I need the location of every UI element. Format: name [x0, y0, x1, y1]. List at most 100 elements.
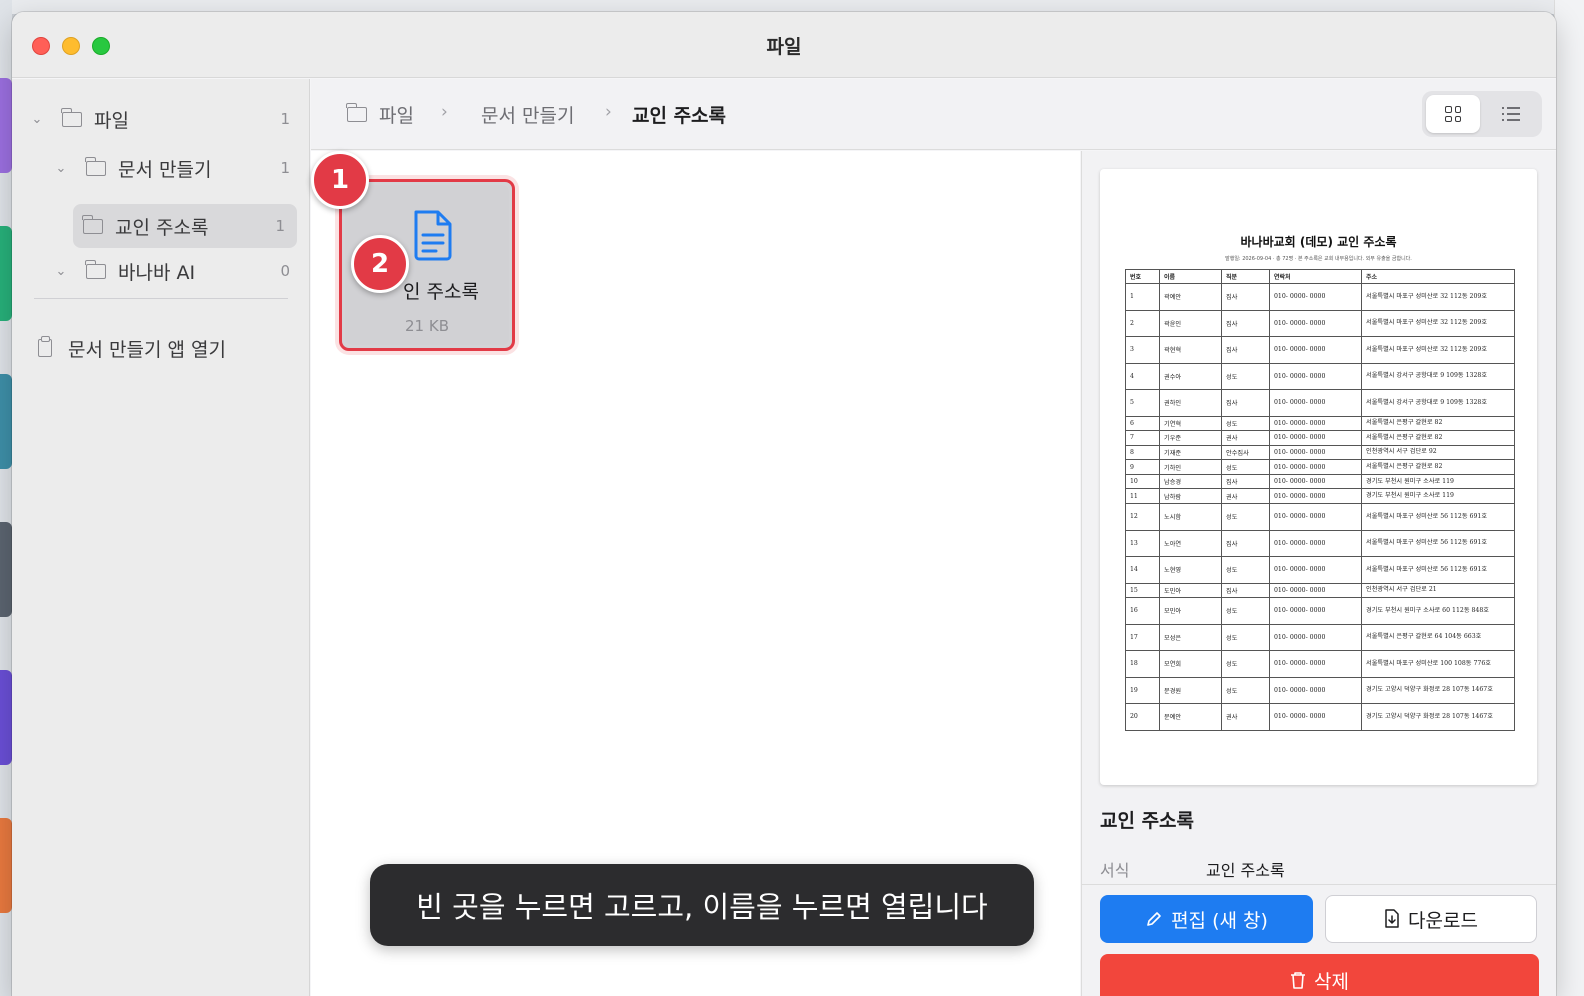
item-count: 1 [275, 217, 285, 235]
table-cell: 8 [1125, 444, 1160, 461]
table-cell: 인천광역시 서구 검단로 21 [1361, 582, 1515, 599]
table-row: 1 곽예안 집사 010- 0000- 0000 서울특별시 마포구 성미산로 32 1… [1125, 283, 1515, 311]
table-cell: 010- 0000- 0000 [1269, 650, 1362, 678]
table-cell: 16 [1125, 597, 1160, 625]
table-cell: 010- 0000- 0000 [1269, 582, 1362, 599]
table-cell: 권수아 [1159, 362, 1222, 390]
table-cell: 7 [1125, 430, 1160, 446]
breadcrumb: 파일 › 문서 만들기 › 교인 주소록 [311, 79, 1556, 150]
folder-icon [85, 259, 106, 279]
table-cell: 집사 [1221, 529, 1270, 558]
table-cell: 서울특별시 마포구 성미산로 100 108동 776호 [1361, 650, 1515, 678]
delete-button-label: 삭제 [1314, 970, 1349, 993]
table-cell: 010- 0000- 0000 [1269, 488, 1362, 505]
folder-icon [346, 103, 367, 122]
table-cell: 경기도 부천시 원미구 소사로 119 [1361, 488, 1515, 505]
sidebar-item-files[interactable]: ⌄ 파일 1 [26, 97, 302, 141]
table-cell: 010- 0000- 0000 [1269, 336, 1362, 364]
table-header-row: 번호 이름 직분 연락처 주소 [1125, 269, 1515, 284]
table-row: 14 노현영 성도 010- 0000- 0000 서울특별시 마포구 성미산로 56 … [1125, 556, 1515, 584]
table-cell: 010- 0000- 0000 [1269, 473, 1362, 490]
dock-tile [0, 818, 12, 913]
table-cell: 집사 [1221, 582, 1270, 599]
table-cell: 노아연 [1159, 529, 1222, 558]
folder-icon [85, 156, 106, 176]
file-size: 21 KB [405, 317, 449, 335]
column-header: 이름 [1159, 269, 1222, 284]
table-cell: 성도 [1221, 362, 1270, 390]
column-header: 번호 [1125, 269, 1160, 284]
table-cell: 010- 0000- 0000 [1269, 430, 1362, 446]
table-cell: 서울특별시 은평구 갈현로 82 [1361, 430, 1515, 446]
chevron-down-icon[interactable]: ⌄ [50, 264, 72, 279]
sidebar-item-barnabas-ai[interactable]: ⌄ 바나바 AI 0 [50, 249, 302, 293]
document-preview[interactable]: 바나바교회 (데모) 교인 주소록 발행일: 2026-09-04 · 총 72… [1100, 169, 1537, 785]
table-cell: 성도 [1221, 597, 1270, 625]
table-cell: 1 [1125, 283, 1160, 311]
table-row: 7 기우준 권사 010- 0000- 0000 서울특별시 은평구 갈현로 82 [1125, 430, 1515, 446]
chevron-right-icon: › [441, 102, 448, 122]
list-view-button[interactable] [1484, 95, 1538, 133]
open-document-maker-link[interactable]: 문서 만들기 앱 열기 [38, 326, 302, 370]
chevron-down-icon[interactable]: ⌄ [50, 161, 72, 176]
sidebar-item-label: 문서 만들기 [118, 158, 212, 181]
chevron-down-icon[interactable]: ⌄ [26, 112, 48, 127]
list-icon [1502, 107, 1520, 121]
table-cell: 권사 [1221, 488, 1270, 505]
table-row: 2 곽윤인 집사 010- 0000- 0000 서울특별시 마포구 성미산로 32 1… [1125, 309, 1515, 337]
table-cell: 13 [1125, 529, 1160, 558]
delete-button[interactable]: 삭제 [1100, 954, 1539, 996]
grid-view-button[interactable] [1426, 95, 1480, 133]
table-row: 18 모연희 성도 010- 0000- 0000 서울특별시 마포구 성미산로 100… [1125, 650, 1515, 678]
table-row: 12 노시함 성도 010- 0000- 0000 서울특별시 마포구 성미산로 56 … [1125, 503, 1515, 531]
table-cell: 권사 [1221, 430, 1270, 446]
table-cell: 안수집사 [1221, 444, 1270, 461]
document-table: 번호 이름 직분 연락처 주소 1 곽예안 집사 010- 0000- 0000 서울특… [1125, 269, 1515, 731]
table-cell: 경기도 부천시 원미구 소사로 60 112동 848호 [1361, 597, 1515, 625]
file-browser-window: 파일 ⌄ 파일 1 ⌄ 문서 만들기 1 교인 주소록 1 ⌄ 바나바 AI 0 [12, 12, 1556, 996]
table-row: 8 기재준 안수집사 010- 0000- 0000 인천광역시 서구 검단로 92 [1125, 444, 1515, 461]
table-cell: 서울특별시 마포구 성미산로 32 112동 209호 [1361, 283, 1515, 311]
grid-icon [1445, 106, 1461, 122]
table-cell: 노시함 [1159, 503, 1222, 531]
table-cell: 문경원 [1159, 676, 1222, 705]
sidebar-item-member-directory[interactable]: 교인 주소록 1 [73, 204, 297, 248]
dock-tile [0, 226, 12, 321]
download-button[interactable]: 다운로드 [1325, 895, 1537, 943]
window-title: 파일 [766, 36, 802, 58]
table-cell: 서울특별시 마포구 성미산로 32 112동 209호 [1361, 309, 1515, 337]
table-cell: 서울특별시 은평구 갈현로 82 [1361, 415, 1515, 432]
table-cell: 010- 0000- 0000 [1269, 415, 1362, 432]
table-cell: 서울특별시 강서구 공항대로 9 109동 1328호 [1361, 389, 1515, 417]
table-cell: 성도 [1221, 676, 1270, 705]
table-cell: 010- 0000- 0000 [1269, 362, 1362, 390]
sidebar-item-document-maker[interactable]: ⌄ 문서 만들기 1 [50, 146, 302, 190]
table-cell: 기연혁 [1159, 415, 1222, 432]
table-cell: 서울특별시 은평구 갈현로 64 104동 663호 [1361, 623, 1515, 652]
background-window-edge [1554, 0, 1584, 996]
table-cell: 010- 0000- 0000 [1269, 529, 1362, 558]
table-cell: 010- 0000- 0000 [1269, 703, 1362, 731]
table-cell: 5 [1125, 389, 1160, 417]
table-cell: 권하인 [1159, 389, 1222, 417]
table-cell: 곽예안 [1159, 283, 1222, 311]
hint-toast: 빈 곳을 누르면 고르고, 이름을 누르면 열립니다 [370, 864, 1034, 946]
view-toggle [1422, 91, 1542, 137]
breadcrumb-item-files[interactable]: 파일 [379, 101, 414, 128]
table-cell: 남승경 [1159, 473, 1222, 490]
table-cell: 9 [1125, 459, 1160, 475]
dock-tile [0, 78, 12, 173]
table-cell: 모민아 [1159, 597, 1222, 625]
table-cell: 곽현혁 [1159, 336, 1222, 364]
table-row: 3 곽현혁 집사 010- 0000- 0000 서울특별시 마포구 성미산로 32 1… [1125, 336, 1515, 364]
table-cell: 집사 [1221, 309, 1270, 337]
edit-button[interactable]: 편집 (새 창) [1100, 895, 1313, 943]
table-cell: 서울특별시 마포구 성미산로 56 112동 691호 [1361, 556, 1515, 584]
breadcrumb-item-document-maker[interactable]: 문서 만들기 [481, 101, 574, 128]
document-icon [414, 210, 452, 261]
table-cell: 권사 [1221, 703, 1270, 731]
file-grid[interactable]: 인 주소록 21 KB 1 2 빈 곳을 누르면 고르고, 이름을 누르면 열립… [311, 151, 1080, 996]
title-bar: 파일 [12, 12, 1556, 78]
table-cell: 010- 0000- 0000 [1269, 444, 1362, 461]
item-count: 1 [280, 159, 290, 177]
